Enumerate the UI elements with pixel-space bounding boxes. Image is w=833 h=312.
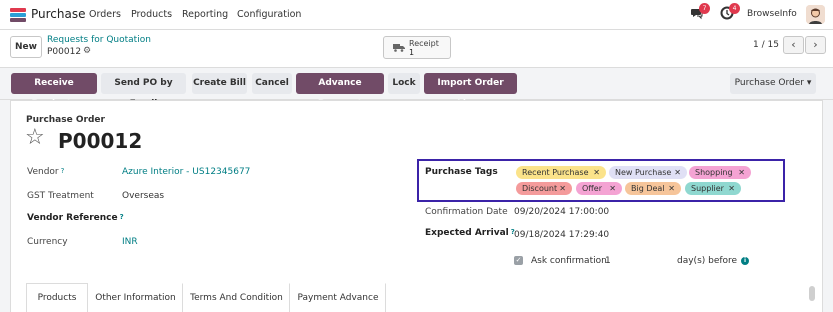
tag-recent-purchase[interactable]: Recent Purchase ✕ — [516, 166, 606, 179]
pager-previous-button[interactable]: ‹ — [783, 36, 804, 54]
pager-next-button[interactable]: › — [805, 36, 826, 54]
tab-products[interactable]: Products — [26, 283, 88, 312]
app-name[interactable]: Purchase — [31, 7, 86, 21]
menu-configuration[interactable]: Configuration — [237, 9, 301, 20]
print-report-dropdown[interactable]: Purchase Order ▾ — [730, 73, 816, 94]
tag-shopping[interactable]: Shopping ✕ — [689, 166, 751, 179]
page-title: P00012 — [58, 129, 143, 153]
create-bill-button[interactable]: Create Bill — [192, 73, 247, 94]
activity-button[interactable]: 4 — [720, 3, 740, 23]
tab-other-information[interactable]: Other Information — [88, 283, 183, 312]
form-sheet: Purchase Order ☆ P00012 Vendor? Azure In… — [10, 100, 823, 312]
receipt-count: 1 — [409, 48, 415, 57]
ask-confirmation-label: Ask confirmation — [531, 256, 607, 266]
tag-supplier[interactable]: Supplier ✕ — [685, 182, 741, 195]
remove-tag-icon: ✕ — [738, 168, 745, 177]
activity-count-badge: 4 — [729, 3, 740, 14]
days-before-label: day(s) before — [677, 256, 738, 266]
lock-button[interactable]: Lock — [388, 73, 420, 94]
expected-arrival-field[interactable]: 09/18/2024 17:29:40 — [514, 230, 609, 240]
company-switcher[interactable]: BrowseInfo — [747, 9, 797, 19]
remove-tag-icon: ✕ — [559, 184, 566, 193]
notebook-tabs: Products Other Information Terms And Con… — [26, 283, 386, 312]
info-icon[interactable]: i — [741, 257, 749, 265]
expected-arrival-label: Expected Arrival? — [425, 228, 515, 238]
remove-tag-icon: ✕ — [728, 184, 735, 193]
import-order-lines-button[interactable]: Import Order Lines — [424, 73, 517, 109]
menu-orders[interactable]: Orders — [89, 9, 121, 20]
tag-discount[interactable]: Discount ✕ — [516, 182, 572, 195]
chevron-right-icon: › — [813, 38, 818, 51]
truck-icon — [393, 43, 405, 55]
tag-new-purchase[interactable]: New Purchase ✕ — [609, 166, 687, 179]
top-navbar: Purchase Orders Products Reporting Confi… — [0, 0, 833, 30]
tag-big-deal[interactable]: Big Deal ✕ — [625, 182, 681, 195]
purchase-tags-label: Purchase Tags — [425, 167, 498, 177]
gst-treatment-field[interactable]: Overseas — [122, 191, 164, 201]
remove-tag-icon: ✕ — [668, 184, 675, 193]
ask-confirmation-checkbox[interactable]: ✓ — [514, 256, 523, 265]
tag-offer[interactable]: Offer ✕ — [576, 182, 622, 195]
receive-products-button[interactable]: Receive Products — [11, 73, 97, 109]
scrollbar[interactable] — [809, 286, 815, 301]
currency-label: Currency — [27, 237, 68, 247]
pager-value[interactable]: 1 / 15 — [753, 40, 779, 50]
ask-confirmation-days-field[interactable]: 1 — [605, 256, 611, 266]
gear-icon[interactable]: ⚙ — [83, 46, 91, 56]
breadcrumb-parent[interactable]: Requests for Quotation — [47, 35, 151, 45]
menu-reporting[interactable]: Reporting — [182, 9, 228, 20]
apps-grid-icon[interactable] — [10, 8, 26, 22]
tab-terms-and-condition[interactable]: Terms And Condition — [183, 283, 290, 312]
status-action-bar: Receive Products Send PO by Email Create… — [0, 68, 833, 109]
advance-payment-button[interactable]: Advance Payment — [296, 73, 384, 109]
chat-count-badge: 7 — [699, 3, 710, 14]
receipt-label: Receipt — [409, 39, 439, 48]
menu-products[interactable]: Products — [131, 9, 172, 20]
receipt-smart-button[interactable]: Receipt 1 — [383, 36, 451, 59]
help-icon: ? — [119, 213, 124, 221]
control-panel: New Requests for Quotation P00012 ⚙ Rece… — [0, 30, 833, 68]
cancel-button[interactable]: Cancel — [252, 73, 292, 94]
document-type-label: Purchase Order — [26, 115, 105, 125]
vendor-field[interactable]: Azure Interior - US12345677 — [122, 167, 250, 177]
gst-treatment-label: GST Treatment — [27, 191, 94, 201]
currency-field[interactable]: INR — [122, 237, 138, 247]
avatar[interactable] — [806, 5, 825, 24]
user-avatar-icon — [806, 5, 825, 24]
star-icon[interactable]: ☆ — [25, 127, 45, 149]
chevron-left-icon: ‹ — [791, 38, 796, 51]
chat-button[interactable]: 7 — [690, 3, 710, 23]
vendor-label: Vendor? — [27, 167, 65, 177]
send-po-email-button[interactable]: Send PO by Email — [101, 73, 186, 109]
purchase-tags-highlight: Purchase Tags Recent Purchase ✕ New Purch… — [417, 159, 785, 202]
vendor-reference-label: Vendor Reference? — [27, 213, 124, 223]
remove-tag-icon: ✕ — [609, 184, 616, 193]
confirmation-date-label: Confirmation Date — [425, 207, 508, 217]
new-button[interactable]: New — [10, 36, 42, 58]
help-icon: ? — [60, 167, 65, 175]
tab-payment-advance[interactable]: Payment Advance — [290, 283, 386, 312]
remove-tag-icon: ✕ — [674, 168, 681, 177]
remove-tag-icon: ✕ — [593, 168, 600, 177]
confirmation-date-field[interactable]: 09/20/2024 17:00:00 — [514, 207, 609, 217]
breadcrumb-current: P00012 — [47, 47, 82, 57]
